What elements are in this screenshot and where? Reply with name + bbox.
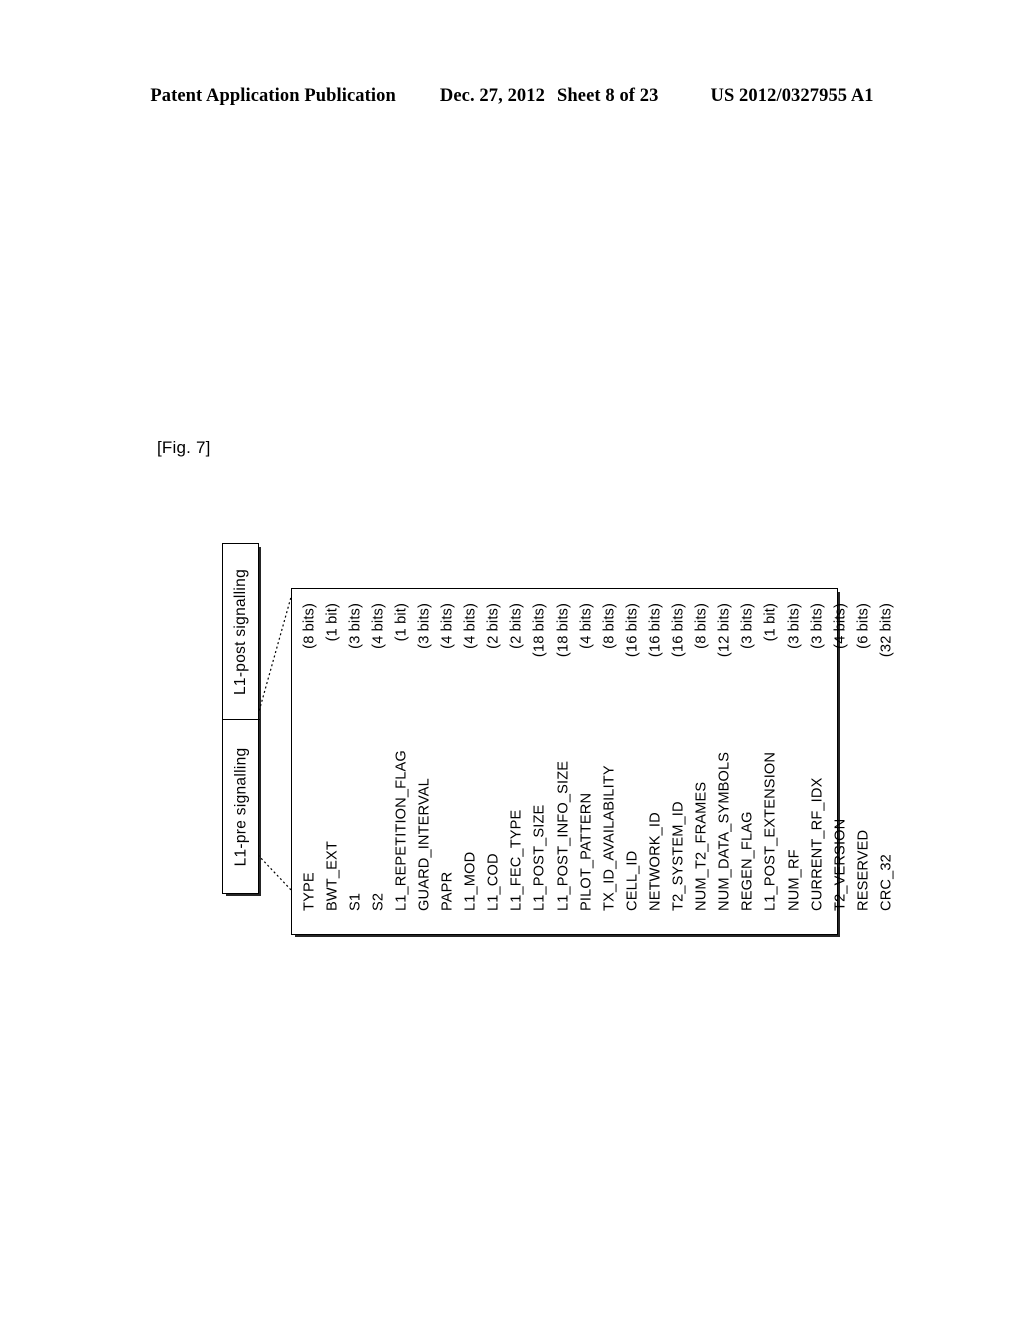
l1-pre-signalling-field-box: TYPE (8 bits) BWT_EXT (1 bit) S1 (3 bits) S2 (4… bbox=[291, 588, 895, 936]
table-row: L1_MOD (4 bits) bbox=[460, 589, 483, 936]
field-name: L1_REPETITION_FLAG bbox=[393, 750, 410, 912]
table-row: CELL_ID (16 bits) bbox=[621, 589, 644, 936]
field-name: BWT_EXT bbox=[324, 841, 341, 912]
table-row: L1_FEC_TYPE (2 bits) bbox=[506, 589, 529, 936]
field-name: PILOT_PATTERN bbox=[578, 793, 595, 912]
table-row: L1_REPETITION_FLAG (1 bit) bbox=[390, 589, 413, 936]
table-row: GUARD_INTERVAL (3 bits) bbox=[413, 589, 436, 936]
field-name: PAPR bbox=[439, 872, 456, 912]
field-bit-size: (6 bits) bbox=[855, 603, 872, 649]
field-bit-size: (12 bits) bbox=[716, 603, 733, 658]
table-row: CURRENT_RF_IDX (3 bits) bbox=[806, 589, 829, 936]
field-bit-size: (16 bits) bbox=[670, 603, 687, 658]
table-row: CRC_32 (32 bits) bbox=[875, 589, 898, 936]
field-bit-size: (2 bits) bbox=[509, 603, 526, 649]
table-row: NUM_T2_FRAMES (8 bits) bbox=[691, 589, 714, 936]
field-bit-size: (4 bits) bbox=[439, 603, 456, 649]
field-bit-size: (3 bits) bbox=[347, 603, 364, 649]
field-bit-size: (1 bit) bbox=[324, 603, 341, 642]
field-bit-size: (8 bits) bbox=[693, 603, 710, 649]
field-bit-size: (4 bits) bbox=[832, 603, 849, 649]
field-bit-size: (16 bits) bbox=[624, 603, 641, 658]
field-name: TYPE bbox=[301, 872, 318, 912]
field-name: GUARD_INTERVAL bbox=[416, 778, 433, 912]
table-row: NUM_RF (3 bits) bbox=[783, 589, 806, 936]
figure-label: [Fig. 7] bbox=[157, 438, 211, 457]
figure-7: [Fig. 7] L1-post signalling L1-pre signa… bbox=[0, 0, 1024, 1320]
table-row: T2_SYSTEM_ID (16 bits) bbox=[668, 589, 691, 936]
field-name: L1_MOD bbox=[462, 852, 479, 912]
field-bit-size: (2 bits) bbox=[486, 603, 502, 649]
field-bit-size: (3 bits) bbox=[809, 603, 826, 649]
field-name: TX_ID_AVAILABILITY bbox=[601, 765, 618, 912]
field-name: NETWORK_ID bbox=[647, 812, 664, 912]
table-row: T2_VERSION (4 bits) bbox=[829, 589, 852, 936]
field-name: NUM_RF bbox=[786, 849, 803, 912]
field-name: REGEN_FLAG bbox=[740, 811, 757, 912]
field-name: CELL_ID bbox=[624, 851, 641, 912]
field-bit-size: (4 bits) bbox=[578, 603, 595, 649]
field-bit-size: (3 bits) bbox=[740, 603, 757, 649]
signalling-cell-l1-pre-label: L1-pre signalling bbox=[232, 747, 250, 866]
field-name: CURRENT_RF_IDX bbox=[809, 777, 826, 912]
field-name: S1 bbox=[347, 893, 364, 912]
table-row: REGEN_FLAG (3 bits) bbox=[737, 589, 760, 936]
table-row: L1_COD (2 bits) bbox=[483, 589, 506, 936]
field-bit-size: (4 bits) bbox=[462, 603, 479, 649]
field-name: T2_VERSION bbox=[832, 819, 849, 912]
field-row-list: TYPE (8 bits) BWT_EXT (1 bit) S1 (3 bits) S2 (4… bbox=[292, 589, 894, 936]
field-bit-size: (3 bits) bbox=[786, 603, 803, 649]
field-name: L1_POST_INFO_SIZE bbox=[555, 761, 572, 912]
field-bit-size: (32 bits) bbox=[878, 603, 895, 658]
field-bit-size: (4 bits) bbox=[370, 603, 387, 649]
table-row: PAPR (4 bits) bbox=[437, 589, 460, 936]
field-bit-size: (18 bits) bbox=[555, 603, 572, 658]
field-name: T2_SYSTEM_ID bbox=[670, 801, 687, 912]
table-row: L1_POST_EXTENSION (1 bit) bbox=[760, 589, 783, 936]
field-name: L1_COD bbox=[486, 853, 502, 912]
field-bit-size: (1 bit) bbox=[763, 603, 780, 642]
field-bit-size: (3 bits) bbox=[416, 603, 433, 649]
table-row: S1 (3 bits) bbox=[344, 589, 367, 936]
table-row: NETWORK_ID (16 bits) bbox=[644, 589, 667, 936]
table-row: TX_ID_AVAILABILITY (8 bits) bbox=[598, 589, 621, 936]
field-name: NUM_DATA_SYMBOLS bbox=[716, 752, 733, 912]
table-row: RESERVED (6 bits) bbox=[852, 589, 875, 936]
table-row: TYPE (8 bits) bbox=[298, 589, 321, 936]
field-bit-size: (1 bit) bbox=[393, 603, 410, 642]
table-row: PILOT_PATTERN (4 bits) bbox=[575, 589, 598, 936]
field-name: L1_FEC_TYPE bbox=[509, 809, 526, 912]
field-name: CRC_32 bbox=[878, 854, 895, 912]
field-name: S2 bbox=[370, 893, 387, 912]
field-name: NUM_T2_FRAMES bbox=[693, 782, 710, 912]
table-row: L1_POST_INFO_SIZE (18 bits) bbox=[552, 589, 575, 936]
table-row: S2 (4 bits) bbox=[367, 589, 390, 936]
field-bit-size: (8 bits) bbox=[601, 603, 618, 649]
field-bit-size: (16 bits) bbox=[647, 603, 664, 658]
field-bit-size: (18 bits) bbox=[532, 603, 549, 658]
signalling-cell-l1-pre: L1-pre signalling bbox=[223, 720, 260, 893]
field-name: L1_POST_SIZE bbox=[532, 804, 549, 912]
table-row: BWT_EXT (1 bit) bbox=[321, 589, 344, 936]
field-name: L1_POST_EXTENSION bbox=[763, 752, 780, 912]
signalling-cell-l1-post-label: L1-post signalling bbox=[232, 568, 250, 695]
table-row: NUM_DATA_SYMBOLS (12 bits) bbox=[714, 589, 737, 936]
signalling-cell-l1-post: L1-post signalling bbox=[223, 544, 260, 720]
field-bit-size: (8 bits) bbox=[301, 603, 318, 649]
signalling-label-bar: L1-post signalling L1-pre signalling bbox=[222, 543, 260, 894]
table-row: L1_POST_SIZE (18 bits) bbox=[529, 589, 552, 936]
field-name: RESERVED bbox=[855, 830, 872, 912]
